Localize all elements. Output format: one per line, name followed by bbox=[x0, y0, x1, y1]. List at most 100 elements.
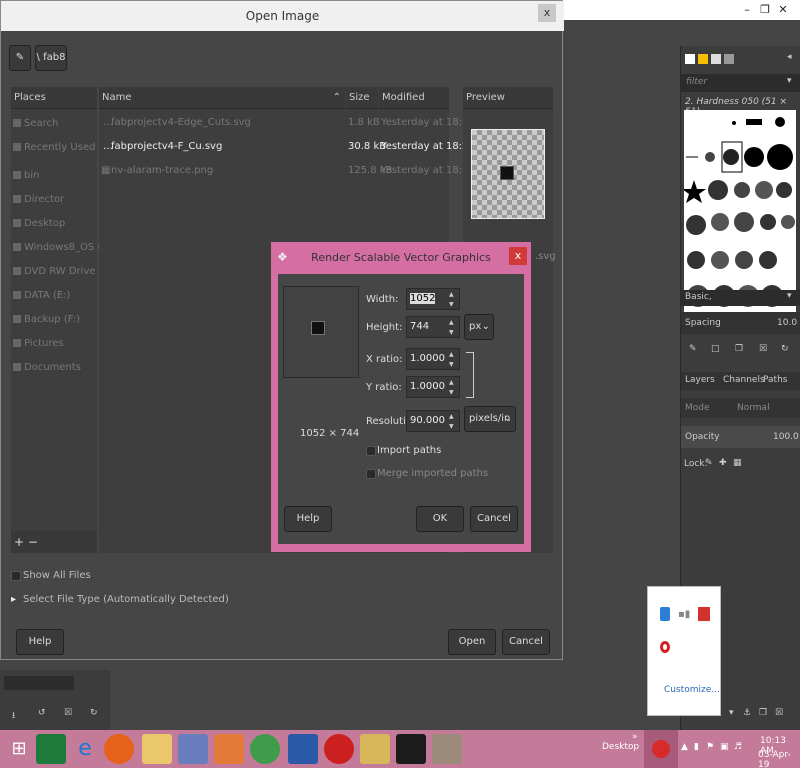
delete-brush-icon[interactable]: ☒ bbox=[759, 344, 767, 354]
new-brush-icon[interactable]: □ bbox=[711, 344, 720, 354]
file-row[interactable]: … fabprojectv4-Edge_Cuts.svg 1.8 kB Yest… bbox=[99, 111, 475, 135]
width-spinner[interactable]: 1052 ▲ ▼ bbox=[406, 288, 460, 310]
volume-icon[interactable]: ♬ bbox=[734, 742, 742, 752]
opera-icon[interactable] bbox=[324, 734, 354, 764]
desktop-toolbar-label[interactable]: Desktop bbox=[602, 742, 639, 752]
fg-color-icon[interactable] bbox=[685, 54, 695, 64]
spin-down-icon[interactable]: ▼ bbox=[449, 361, 457, 369]
dropbox-icon[interactable] bbox=[660, 607, 670, 621]
merge-paths-checkbox[interactable] bbox=[366, 469, 376, 479]
clock-date[interactable]: 03-Apr-19 bbox=[758, 750, 800, 768]
spin-up-icon[interactable]: ▲ bbox=[449, 379, 457, 387]
terminal-icon[interactable] bbox=[396, 734, 426, 764]
column-size[interactable]: Size bbox=[346, 87, 378, 109]
import-paths-checkbox[interactable] bbox=[366, 446, 376, 456]
folder-tool-icon[interactable] bbox=[360, 734, 390, 764]
place-drive-f[interactable]: Backup (F:) bbox=[13, 314, 80, 325]
network-icon[interactable]: ▪▮ bbox=[678, 609, 690, 620]
close-button[interactable]: x bbox=[509, 247, 527, 265]
place-drive-e[interactable]: DATA (E:) bbox=[13, 290, 70, 301]
edit-brush-icon[interactable]: ✎ bbox=[689, 344, 697, 354]
bg-color-icon[interactable] bbox=[698, 54, 708, 64]
spin-up-icon[interactable]: ▲ bbox=[449, 351, 457, 359]
select-file-type-expander[interactable]: Select File Type (Automatically Detected… bbox=[23, 594, 229, 605]
duplicate-layer-icon[interactable]: ❐ bbox=[759, 708, 767, 718]
minimize-icon[interactable]: – bbox=[740, 3, 754, 17]
open-button[interactable]: Open bbox=[448, 629, 496, 655]
lock-pixels-icon[interactable]: ✎ bbox=[705, 458, 713, 468]
opera-icon[interactable] bbox=[660, 641, 670, 653]
spin-down-icon[interactable]: ▼ bbox=[449, 423, 457, 431]
duplicate-brush-icon[interactable]: ❐ bbox=[735, 344, 743, 354]
expander-icon[interactable]: ▸ bbox=[11, 594, 16, 605]
place-pictures[interactable]: Pictures bbox=[13, 338, 64, 349]
antivirus-icon[interactable] bbox=[698, 607, 710, 621]
y-ratio-spinner[interactable]: 1.0000 ▲ ▼ bbox=[406, 376, 460, 398]
delete-icon[interactable]: ☒ bbox=[64, 708, 72, 718]
spin-down-icon[interactable]: ▼ bbox=[449, 301, 457, 309]
flag-icon[interactable]: ⚑ bbox=[706, 742, 714, 752]
show-all-files-checkbox[interactable] bbox=[11, 571, 21, 581]
spin-down-icon[interactable]: ▼ bbox=[449, 389, 457, 397]
spacing-slider[interactable]: Spacing 10.0 bbox=[681, 312, 800, 334]
unit-select[interactable]: px ⌄ bbox=[464, 314, 494, 340]
opacity-slider[interactable]: Opacity 100.0 bbox=[681, 426, 800, 448]
help-button[interactable]: Help bbox=[284, 506, 332, 532]
tab-layers[interactable]: Layers bbox=[685, 375, 715, 385]
restore-icon[interactable]: ❐ bbox=[758, 3, 772, 17]
tab-channels[interactable]: Channels bbox=[723, 375, 765, 385]
display-icon[interactable]: ▣ bbox=[720, 742, 729, 752]
tool-option-field[interactable] bbox=[4, 676, 74, 690]
pattern-icon[interactable] bbox=[711, 54, 721, 64]
place-search[interactable]: Search bbox=[13, 118, 58, 129]
spin-down-icon[interactable]: ▼ bbox=[449, 329, 457, 337]
place-documents[interactable]: Documents bbox=[13, 362, 81, 373]
refresh-icon[interactable]: ↻ bbox=[781, 344, 789, 354]
reset-icon[interactable]: ↻ bbox=[90, 708, 98, 718]
close-button[interactable]: x bbox=[538, 4, 556, 22]
undo-icon[interactable]: ↺ bbox=[38, 708, 46, 718]
file-row-selected[interactable]: … fabprojectv4-F_Cu.svg 30.8 kB Yesterda… bbox=[99, 135, 475, 159]
chevron-down-icon[interactable]: ▾ bbox=[729, 708, 734, 718]
close-icon[interactable]: ✕ bbox=[776, 3, 790, 17]
word-icon[interactable] bbox=[288, 734, 318, 764]
lock-alpha-icon[interactable]: ▦ bbox=[733, 458, 742, 468]
powerpoint-icon[interactable] bbox=[214, 734, 244, 764]
anchor-icon[interactable]: ⚓ bbox=[743, 708, 751, 718]
save-icon[interactable]: ⭳ bbox=[12, 708, 15, 724]
x-ratio-spinner[interactable]: 1.0000 ▲ ▼ bbox=[406, 348, 460, 370]
dock-menu-icon[interactable]: ◂ bbox=[787, 52, 792, 62]
file-explorer-icon[interactable] bbox=[142, 734, 172, 764]
spin-up-icon[interactable]: ▲ bbox=[449, 413, 457, 421]
resolution-unit-select[interactable]: pixels/in ⌄ bbox=[464, 406, 516, 432]
battery-icon[interactable]: ▮ bbox=[694, 742, 699, 752]
cancel-button[interactable]: Cancel bbox=[502, 629, 550, 655]
height-spinner[interactable]: 744 ▲ ▼ bbox=[406, 316, 460, 338]
add-remove-bookmark[interactable]: + − bbox=[11, 531, 97, 553]
brush-preset-select[interactable]: Basic, ▾ bbox=[681, 290, 800, 306]
chain-link-icon[interactable] bbox=[466, 352, 474, 398]
breadcrumb[interactable]: \ fab8 bbox=[35, 45, 67, 71]
internet-explorer-icon[interactable]: e bbox=[70, 734, 100, 764]
gimp-icon[interactable] bbox=[432, 734, 462, 764]
cancel-button[interactable]: Cancel bbox=[470, 506, 518, 532]
help-button[interactable]: Help bbox=[16, 629, 64, 655]
spin-up-icon[interactable]: ▲ bbox=[449, 319, 457, 327]
place-bin[interactable]: bin bbox=[13, 170, 39, 181]
column-modified[interactable]: Modified bbox=[379, 87, 449, 109]
delete-layer-icon[interactable]: ☒ bbox=[775, 708, 783, 718]
excel-icon[interactable] bbox=[36, 734, 66, 764]
show-hidden-icons-icon[interactable]: ▲ bbox=[681, 742, 688, 752]
type-location-button[interactable]: ✎ bbox=[9, 45, 31, 71]
place-director[interactable]: Director bbox=[13, 194, 64, 205]
network-tool-icon[interactable] bbox=[178, 734, 208, 764]
file-row[interactable]: ▦ nv-alaram-trace.png 125.8 kB Yesterday… bbox=[99, 159, 475, 183]
chrome-icon[interactable] bbox=[250, 734, 280, 764]
firefox-icon[interactable] bbox=[104, 734, 134, 764]
column-name[interactable]: Name ⌃ bbox=[99, 87, 345, 109]
gradient-icon[interactable] bbox=[724, 54, 734, 64]
tab-paths[interactable]: Paths bbox=[763, 375, 787, 385]
place-recent[interactable]: Recently Used bbox=[13, 142, 95, 153]
place-desktop[interactable]: Desktop bbox=[13, 218, 65, 229]
ok-button[interactable]: OK bbox=[416, 506, 464, 532]
